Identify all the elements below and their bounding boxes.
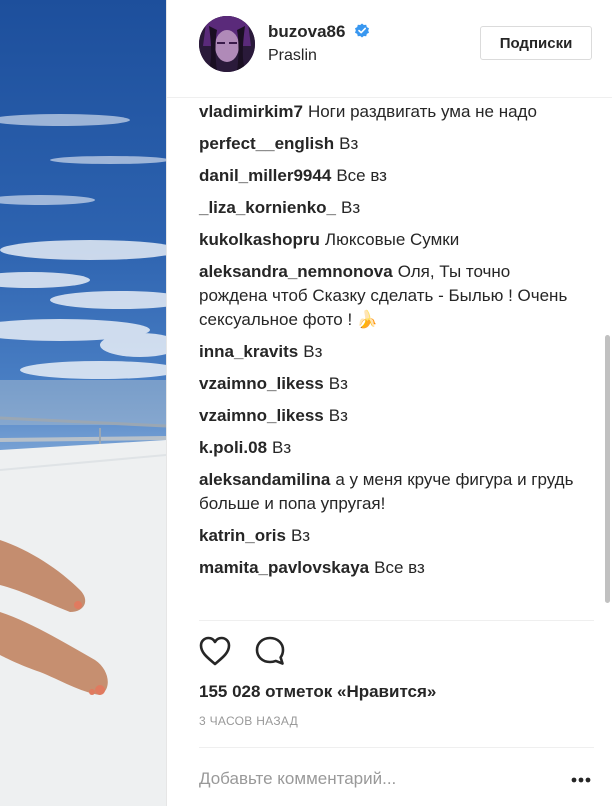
comment-text: Вз [303,342,323,361]
comment-username[interactable]: k.poli.08 [199,438,267,457]
comment-username[interactable]: vladimirkim7 [199,102,303,121]
photo-scene [0,114,166,806]
comment-text: Ноги раздвигать ума не надо [307,102,537,121]
more-icon[interactable] [566,770,594,790]
comment-username[interactable]: perfect__english [199,134,334,153]
comment-item: katrin_oris Вз [199,524,579,548]
comment-text: Вз [328,406,348,425]
comment-item: perfect__english Вз [199,132,579,156]
input-divider [199,747,594,748]
comment-item: kukolkashopru Люксовые Сумки [199,228,579,252]
verified-icon [355,23,370,38]
comment-item: inna_kravits Вз [199,340,579,364]
comment-text: Вз [328,374,348,393]
comment-input[interactable] [199,766,539,792]
comment-item: k.poli.08 Вз [199,436,579,460]
comment-icon[interactable] [253,634,287,668]
comment-text: Люксовые Сумки [324,230,460,249]
comment-text: Вз [341,198,361,217]
comment-username[interactable]: aleksandamilina [199,470,330,489]
post-location[interactable]: Praslin [268,47,317,65]
panel-divider [166,0,167,806]
comment-item: vladimirkim7 Ноги раздвигать ума не надо [199,100,579,124]
avatar-image [199,16,255,72]
comment-text: Все вз [374,558,425,577]
post-header: buzova86 Praslin Подписки [167,0,612,98]
comment-username[interactable]: _liza_kornienko_ [199,198,336,217]
avatar[interactable] [199,16,255,72]
post-username[interactable]: buzova86 [268,22,370,42]
comment-text: Вз [290,526,311,545]
post-timestamp[interactable]: 3 часов назад [199,714,298,728]
comment-username[interactable]: vzaimno_likess [199,406,324,425]
comment-item: aleksandra_nemnonova Оля, Ты точно рожден… [199,260,579,332]
comment-item: aleksandamilina а у меня круче фигура и г… [199,468,579,516]
comment-text: Вз [272,438,292,457]
comment-username[interactable]: aleksandra_nemnonova [199,262,393,281]
comment-username[interactable]: inna_kravits [199,342,298,361]
comment-item: _liza_kornienko_ Вз [199,196,579,220]
heart-icon[interactable] [198,634,232,668]
following-button[interactable]: Подписки [480,26,592,60]
comment-item: mamita_pavlovskaya Все вз [199,556,579,580]
comment-username[interactable]: kukolkashopru [199,230,320,249]
comment-text: Вз [339,134,359,153]
comment-username[interactable]: katrin_oris [199,526,286,545]
likes-count[interactable]: 155 028 отметок «Нравится» [199,682,436,702]
comment-item: vzaimno_likess Вз [199,372,579,396]
comment-item: danil_miller9944 Все вз [199,164,579,188]
comment-item: vzaimno_likess Вз [199,404,579,428]
comments-list: vladimirkim7 Ноги раздвигать ума не надо … [199,100,579,588]
comment-username[interactable]: vzaimno_likess [199,374,324,393]
comment-username[interactable]: mamita_pavlovskaya [199,558,369,577]
post-photo[interactable] [0,0,166,806]
username-text[interactable]: buzova86 [268,22,345,41]
comment-username[interactable]: danil_miller9944 [199,166,331,185]
comments-scrollbar[interactable] [605,335,610,603]
actions-divider [199,620,594,621]
comment-text: Все вз [336,166,387,185]
